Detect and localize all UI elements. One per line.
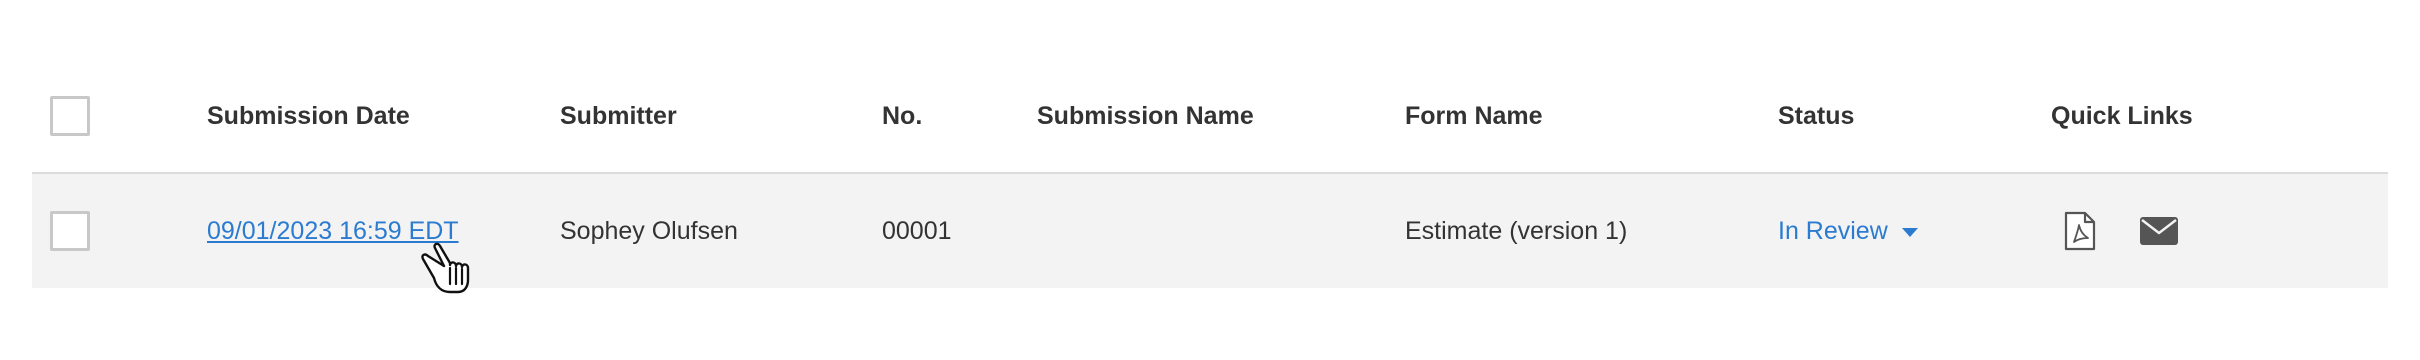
header-submitter[interactable]: Submitter	[560, 60, 677, 172]
header-quick-links: Quick Links	[2051, 101, 2193, 130]
caret-down-icon	[1901, 227, 1918, 237]
select-all-cell	[50, 60, 90, 172]
form-name-cell: Estimate (version 1)	[1405, 216, 1628, 245]
number-cell: 00001	[882, 216, 952, 245]
table-header-row: Submission Date Submitter No. Submission…	[32, 60, 2388, 174]
row-select-cell	[50, 174, 90, 288]
pdf-icon[interactable]	[2063, 211, 2097, 251]
quick-links-cell	[2051, 174, 2179, 288]
submission-date-link[interactable]: 09/01/2023 16:59 EDT	[207, 217, 459, 246]
status-cell: In Review	[1778, 174, 1918, 288]
mail-icon[interactable]	[2139, 216, 2179, 246]
header-submission-date[interactable]: Submission Date	[207, 60, 410, 172]
row-checkbox[interactable]	[50, 211, 90, 251]
select-all-checkbox[interactable]	[50, 96, 90, 136]
header-form-name[interactable]: Form Name	[1405, 60, 1543, 172]
header-submission-name[interactable]: Submission Name	[1037, 60, 1254, 172]
submission-date-cell: 09/01/2023 16:59 EDT	[207, 174, 459, 288]
submitter-cell: Sophey Olufsen	[560, 216, 738, 245]
table-row: 09/01/2023 16:59 EDT Sophey Olufsen 0000…	[32, 174, 2388, 288]
status-value: In Review	[1778, 216, 1888, 245]
header-status[interactable]: Status	[1778, 60, 1854, 172]
header-number[interactable]: No.	[882, 60, 922, 172]
status-dropdown[interactable]: In Review	[1778, 217, 1918, 246]
submissions-table: Submission Date Submitter No. Submission…	[32, 60, 2388, 288]
